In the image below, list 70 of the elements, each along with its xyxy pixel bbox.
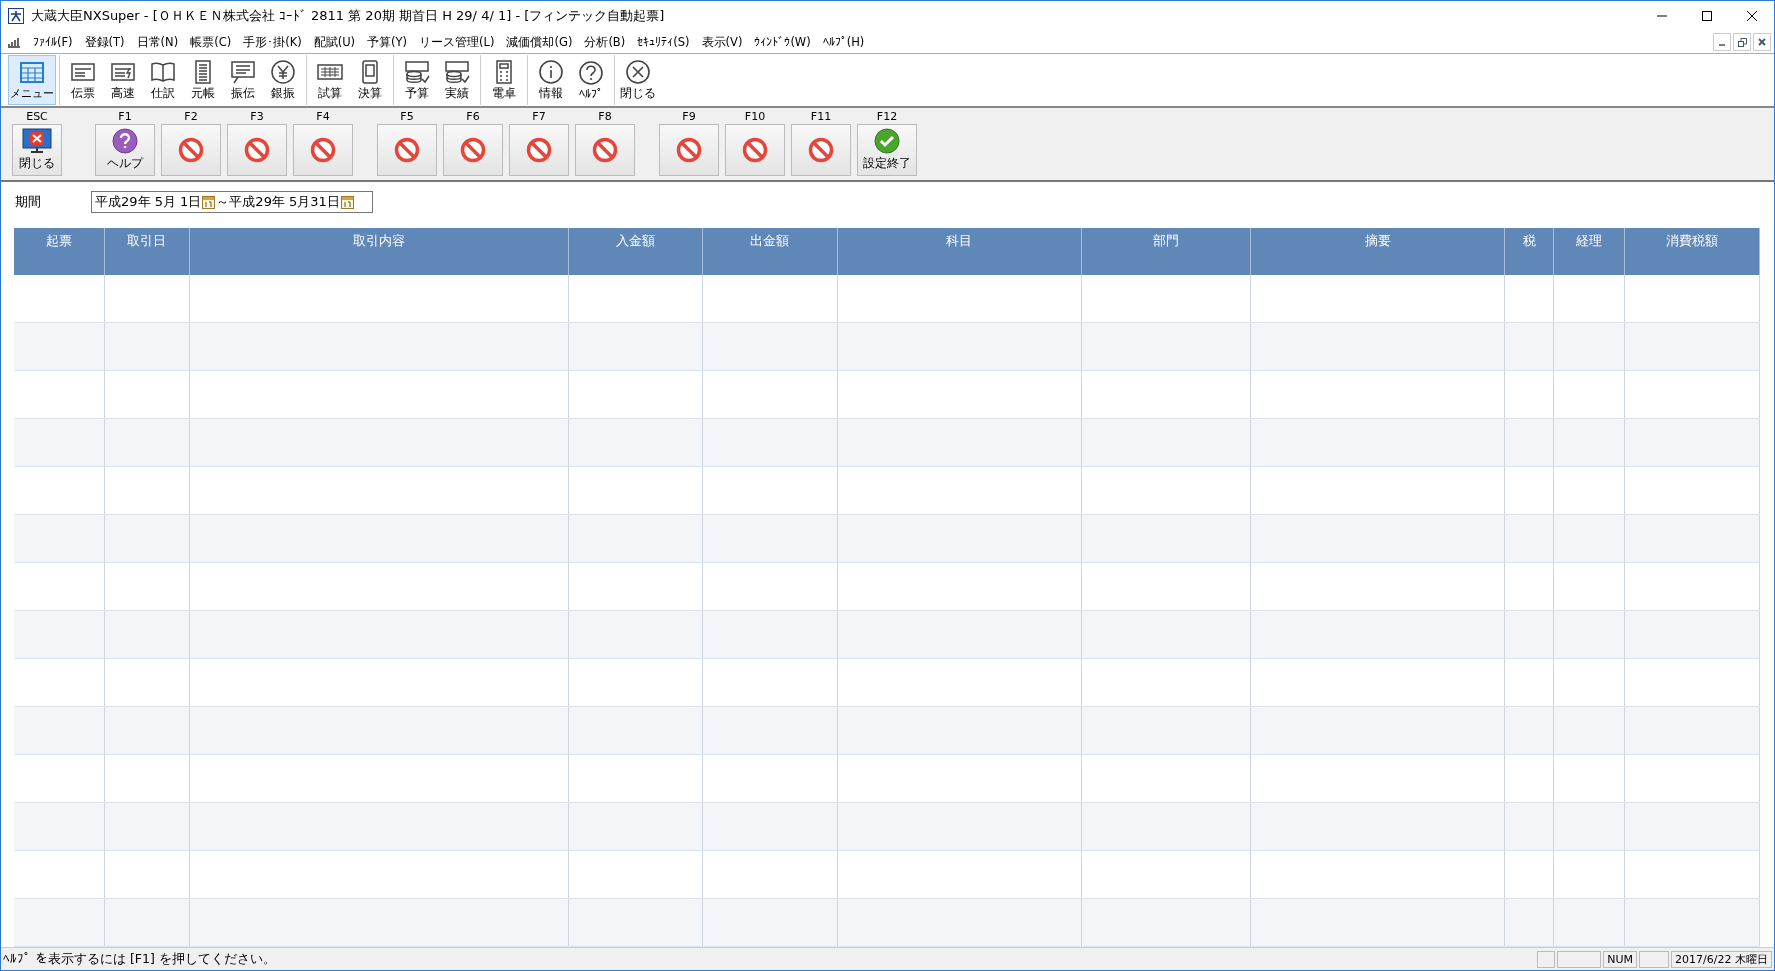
toolbar-button[interactable]: メニュー	[8, 55, 56, 105]
help-icon	[577, 59, 605, 86]
help-icon	[112, 128, 138, 154]
status-panel: 2017/6/22 木曜日	[1671, 950, 1772, 968]
key-label: F1	[118, 110, 132, 124]
menu-item[interactable]: 予算(Y)	[363, 34, 416, 50]
calendar-icon[interactable]	[202, 195, 216, 209]
prohibited-icon	[244, 137, 270, 163]
check-icon	[874, 128, 900, 154]
prohibited-icon	[178, 137, 204, 163]
coins-icon	[403, 59, 431, 85]
minimize-button[interactable]	[1713, 33, 1731, 51]
restore-icon	[1737, 37, 1747, 47]
prohibited-icon	[676, 137, 702, 163]
period-label: 期間	[15, 193, 41, 211]
key-label: F7	[532, 110, 546, 124]
monitor-close-icon	[21, 128, 53, 154]
key-label: F12	[876, 110, 898, 124]
info-icon	[537, 59, 565, 85]
key-label: F5	[400, 110, 414, 124]
menu-item[interactable]: ｾｷｭﾘﾃｨ(S)	[633, 35, 698, 49]
status-panel: NUM	[1603, 950, 1638, 968]
calendar-icon[interactable]	[340, 195, 354, 209]
app-logo-icon	[8, 8, 24, 24]
function-button[interactable]: ヘルプ	[95, 124, 155, 176]
menu-item[interactable]: ﾍﾙﾌﾟ(H)	[818, 35, 873, 49]
menu-item[interactable]: 日常(N)	[132, 34, 187, 50]
key-label: ESC	[26, 110, 48, 124]
grid-icon	[18, 59, 46, 86]
menu-item[interactable]: ｳｨﾝﾄﾞｳ(W)	[750, 35, 819, 49]
prohibited-icon	[310, 137, 336, 163]
close-icon	[624, 59, 652, 85]
key-label: F2	[184, 110, 198, 124]
menu-item[interactable]: 配賦(U)	[309, 34, 364, 50]
yen-icon	[269, 59, 297, 85]
prohibited-icon	[460, 137, 486, 163]
date-range-field[interactable]: 平成29年 5月 1日 ～平成29年 5月31日	[91, 191, 373, 213]
menu-item[interactable]: 表示(V)	[697, 34, 751, 50]
menu-item[interactable]: 手形･掛(K)	[239, 34, 310, 50]
status-message: ﾍﾙﾌﾟ を表示するには [F1] を押してください。	[2, 950, 276, 968]
key-label: F6	[466, 110, 480, 124]
close-button[interactable]	[1753, 33, 1771, 51]
menu-item[interactable]: リース管理(L)	[415, 34, 503, 50]
key-label: F9	[682, 110, 696, 124]
function-button[interactable]: 閉じる	[12, 124, 62, 176]
menu-item[interactable]: 分析(B)	[580, 34, 634, 50]
board-icon	[229, 59, 257, 85]
prohibited-icon	[592, 137, 618, 163]
prohibited-icon	[526, 137, 552, 163]
window-title: 大蔵大臣NXSuper - [ＯＨＫＥＮ株式会社 ｺｰﾄﾞ 2811 第 20期 期首日 H 29/ 4/ 1] - [フィンテック自動起票]	[31, 7, 665, 25]
menu-item[interactable]: ﾌｧｲﾙ(F)	[29, 35, 81, 49]
key-label: F10	[744, 110, 766, 124]
prohibited-icon	[742, 137, 768, 163]
key-label: F11	[810, 110, 832, 124]
restore-button[interactable]	[1733, 33, 1751, 51]
prohibited-icon	[808, 137, 834, 163]
menu-item[interactable]: 減価償却(G)	[502, 34, 581, 50]
key-label: F8	[598, 110, 612, 124]
key-label: F4	[316, 110, 330, 124]
function-button[interactable]: 設定終了	[857, 124, 917, 176]
status-panel	[1639, 950, 1670, 968]
close-icon	[1745, 10, 1758, 22]
menu-item[interactable]: 帳票(C)	[186, 34, 240, 50]
menu-item[interactable]: 登録(T)	[80, 34, 133, 50]
close-icon	[1758, 38, 1766, 46]
coins-icon	[443, 59, 471, 85]
key-label: F3	[250, 110, 264, 124]
chart-icon[interactable]	[7, 36, 21, 48]
maximize-icon	[1700, 10, 1713, 22]
prohibited-icon	[394, 137, 420, 163]
